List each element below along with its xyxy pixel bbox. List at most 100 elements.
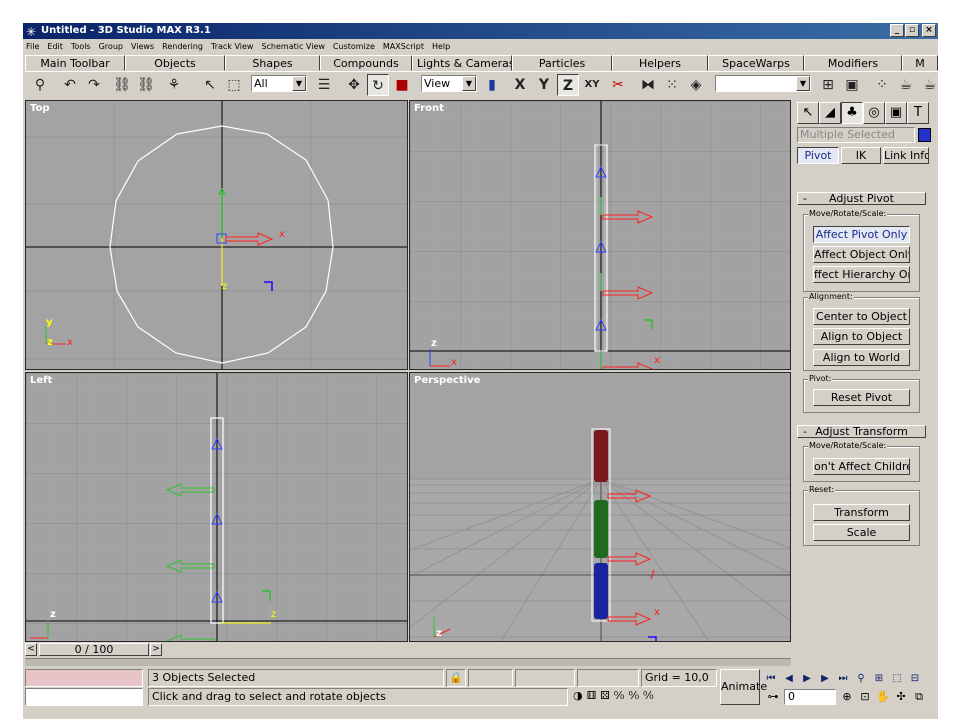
help-query-icon[interactable]: ⚲ (29, 74, 51, 96)
menu-schematic-view[interactable]: Schematic View (260, 40, 325, 54)
reset-scale-button[interactable]: Scale (813, 524, 910, 541)
maximize-button[interactable]: ▫ (905, 24, 919, 37)
viewport-front[interactable]: Front x z x (409, 100, 791, 370)
reset-transform-button[interactable]: Transform (813, 504, 910, 521)
pivot-subtab-button[interactable]: Pivot (797, 147, 839, 164)
tab-objects[interactable]: Objects (125, 55, 225, 71)
next-frame-icon[interactable]: ▶ (817, 671, 833, 687)
bind-to-spacewarp-icon[interactable]: ⚘ (163, 74, 185, 96)
key-mode-icon[interactable]: ⊶ (765, 689, 781, 705)
dont-affect-children-button[interactable]: on't Affect Childre (813, 458, 910, 475)
zoom-extents-all-icon[interactable]: ⊟ (907, 671, 923, 687)
zoom-all-icon[interactable]: ⊞ (871, 671, 887, 687)
y-coordinate-field[interactable] (515, 669, 575, 687)
spinner-snap-icon[interactable]: ⁰⁄₀ (628, 689, 639, 702)
restrict-xy-button[interactable]: XY (581, 74, 603, 96)
goto-start-icon[interactable]: ⏮ (763, 671, 779, 687)
display-panel-icon[interactable]: ▣ (885, 102, 907, 124)
render-scene-icon[interactable]: ☕ (895, 74, 917, 96)
tab-particles[interactable]: Particles (512, 55, 612, 71)
degradation-override-icon[interactable]: ◑ (573, 689, 583, 702)
adjust-transform-rollout[interactable]: - Adjust Transform (797, 425, 926, 438)
viewport-left[interactable]: Left z z (25, 372, 408, 642)
select-and-move-icon[interactable]: ✥ (343, 74, 365, 96)
region-select-icon[interactable]: ⬚ (223, 74, 245, 96)
tab-compounds[interactable]: Compounds (320, 55, 412, 71)
menu-help[interactable]: Help (431, 40, 451, 54)
center-to-object-button[interactable]: Center to Object (813, 308, 910, 325)
ik-subtab-button[interactable]: IK (841, 147, 881, 164)
tab-modifiers[interactable]: Modifiers (804, 55, 902, 71)
unlink-selection-icon[interactable]: ⛓ (135, 74, 157, 96)
reference-coordinate-dropdown[interactable]: View ▼ (421, 75, 477, 92)
affect-object-only-button[interactable]: Affect Object Only (813, 246, 910, 263)
material-editor-icon[interactable]: ⁘ (871, 74, 893, 96)
time-slider[interactable]: < 0 / 100 > (25, 643, 791, 656)
pan-icon[interactable]: ✋ (875, 689, 891, 705)
tab-spacewarps[interactable]: SpaceWarps (708, 55, 804, 71)
selection-filter-dropdown[interactable]: All ▼ (251, 75, 307, 92)
schematic-view-icon[interactable]: ▣ (841, 74, 863, 96)
select-and-rotate-icon[interactable]: ↻ (367, 74, 389, 96)
select-object-icon[interactable]: ↖ (199, 74, 221, 96)
percent-snap-icon[interactable]: ⁰⁄₀ (614, 689, 625, 702)
field-of-view-icon[interactable]: ⊕ (839, 689, 855, 705)
restrict-z-button[interactable]: Z (557, 74, 579, 96)
link-info-subtab-button[interactable]: Link Info (883, 147, 929, 164)
tab-helpers[interactable]: Helpers (612, 55, 708, 71)
hierarchy-panel-icon[interactable]: ♣ (841, 102, 863, 124)
restrict-x-button[interactable]: X (509, 74, 531, 96)
array-icon[interactable]: ⁙ (661, 74, 683, 96)
z-coordinate-field[interactable] (577, 669, 639, 687)
affect-pivot-only-button[interactable]: Affect Pivot Only (813, 226, 910, 243)
viewport-label-left[interactable]: Left (30, 375, 52, 386)
tab-shapes[interactable]: Shapes (225, 55, 320, 71)
named-selection-dropdown[interactable]: ▼ (715, 75, 811, 92)
menu-tools[interactable]: Tools (70, 40, 92, 54)
object-name-field[interactable]: Multiple Selected (797, 127, 915, 143)
viewport-perspective[interactable]: Perspective x z (409, 372, 791, 642)
select-and-link-icon[interactable]: ⛓ (111, 74, 133, 96)
object-color-swatch[interactable] (918, 128, 931, 142)
3d-snap-icon[interactable]: ⚅ (587, 689, 597, 702)
motion-panel-icon[interactable]: ◎ (863, 102, 885, 124)
current-frame-input[interactable]: 0 (784, 689, 836, 705)
viewport-label-top[interactable]: Top (30, 103, 50, 114)
zoom-icon[interactable]: ⚲ (853, 671, 869, 687)
mirror-icon[interactable]: ⧓ (637, 74, 659, 96)
viewport-label-perspective[interactable]: Perspective (414, 375, 480, 386)
create-panel-icon[interactable]: ↖ (797, 102, 819, 124)
window-crossing-icon[interactable]: ⁰⁄₀ (643, 689, 654, 702)
select-by-name-icon[interactable]: ☰ (313, 74, 335, 96)
redo-icon[interactable]: ↷ (83, 74, 105, 96)
align-icon[interactable]: ◈ (685, 74, 707, 96)
time-slider-prev-icon[interactable]: < (25, 643, 37, 656)
inverse-kinematics-icon[interactable]: ✂ (607, 74, 629, 96)
angle-snap-icon[interactable]: ⚄ (600, 689, 610, 702)
adjust-pivot-rollout[interactable]: - Adjust Pivot (797, 192, 926, 205)
arc-rotate-icon[interactable]: ✣ (893, 689, 909, 705)
align-to-object-button[interactable]: Align to Object (813, 328, 910, 345)
track-bar[interactable] (25, 658, 791, 666)
menu-file[interactable]: File (25, 40, 40, 54)
viewport-top[interactable]: Top x z y z x (25, 100, 408, 370)
x-coordinate-field[interactable] (468, 669, 513, 687)
utilities-panel-icon[interactable]: T (907, 102, 929, 124)
goto-end-icon[interactable]: ⏭ (835, 671, 851, 687)
align-to-world-button[interactable]: Align to World (813, 349, 910, 366)
affect-hierarchy-only-button[interactable]: ffect Hierarchy On (813, 266, 910, 283)
reset-pivot-button[interactable]: Reset Pivot (813, 389, 910, 406)
zoom-extents-icon[interactable]: ⬚ (889, 671, 905, 687)
previous-frame-icon[interactable]: ◀ (781, 671, 797, 687)
modify-panel-icon[interactable]: ◢ (819, 102, 841, 124)
quick-render-icon[interactable]: ☕ (919, 74, 941, 96)
animate-button[interactable]: Animate (720, 669, 767, 705)
menu-maxscript[interactable]: MAXScript (382, 40, 425, 54)
tab-lights-cameras[interactable]: Lights & Cameras (412, 55, 512, 71)
tab-more[interactable]: M (902, 55, 938, 71)
viewport-label-front[interactable]: Front (414, 103, 444, 114)
menu-views[interactable]: Views (130, 40, 155, 54)
menu-customize[interactable]: Customize (332, 40, 376, 54)
min-max-toggle-icon[interactable]: ⧉ (911, 689, 927, 705)
undo-icon[interactable]: ↶ (59, 74, 81, 96)
